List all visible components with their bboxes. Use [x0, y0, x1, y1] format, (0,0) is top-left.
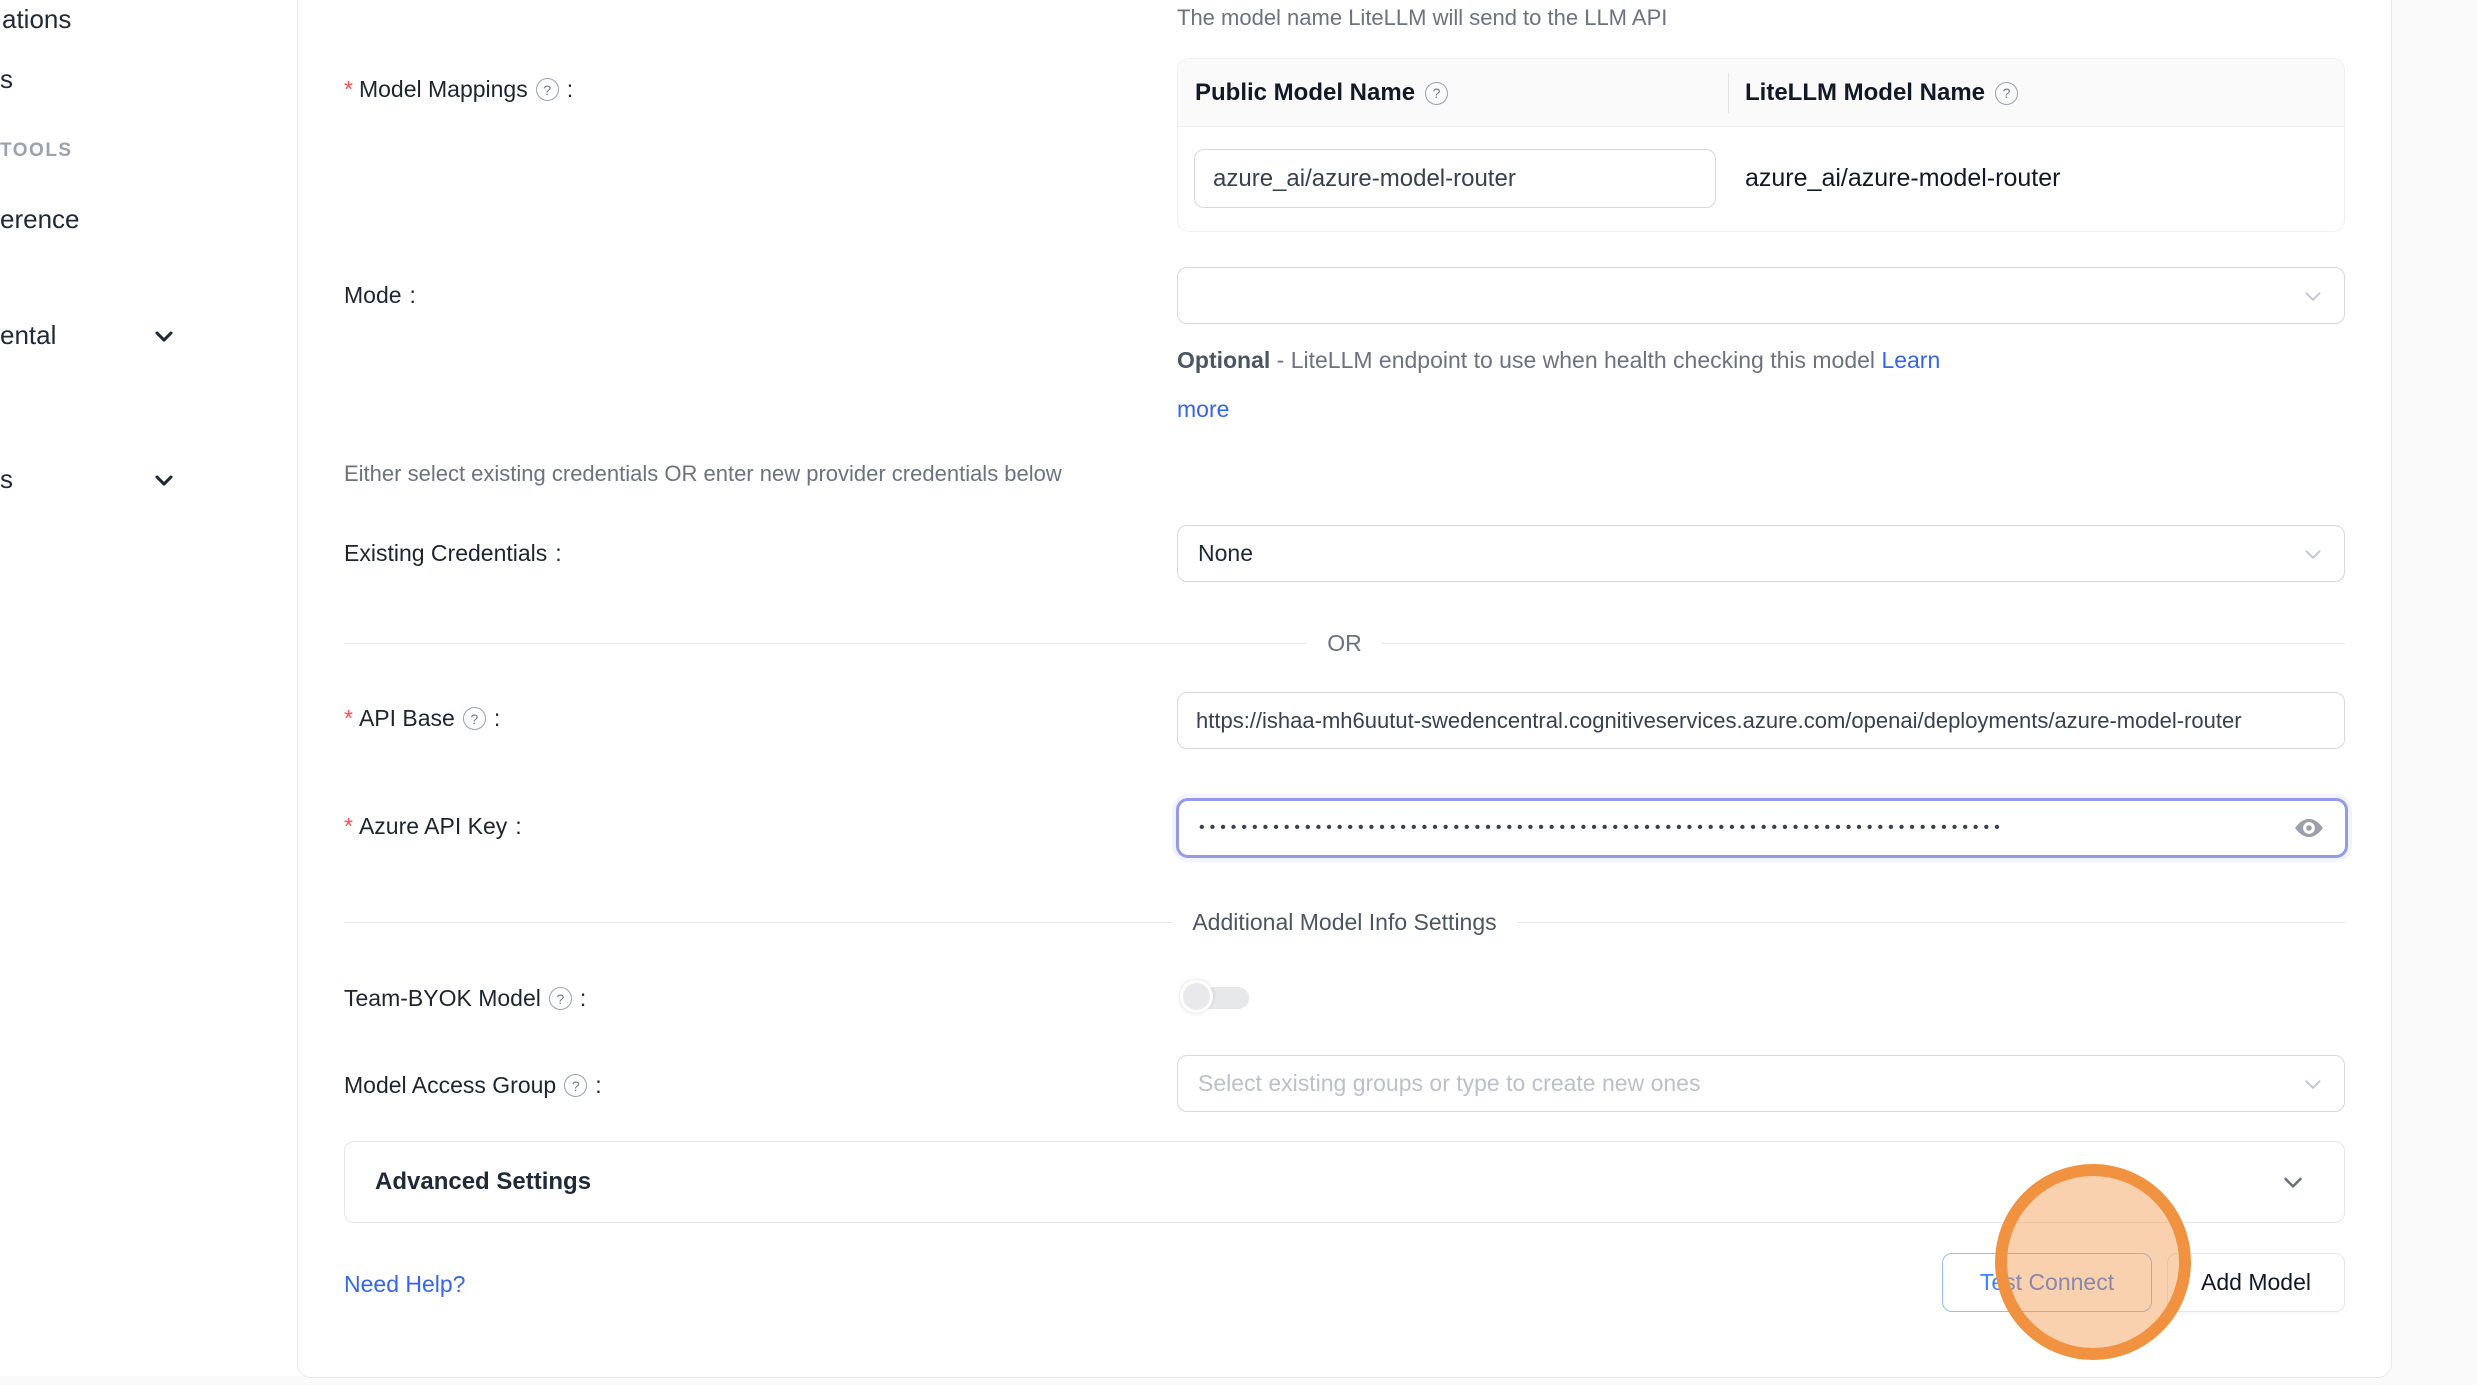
model-access-group-label: Model Access Group ? : — [344, 1072, 602, 1099]
table-header-row: Public Model Name ? LiteLLM Model Name ? — [1178, 59, 2344, 127]
azure-api-key-input[interactable]: ••••••••••••••••••••••••••••••••••••••••… — [1176, 798, 2348, 858]
model-access-group-select[interactable]: Select existing groups or type to create… — [1177, 1055, 2345, 1112]
api-base-input[interactable] — [1177, 692, 2345, 749]
api-base-label-text: API Base — [359, 705, 455, 732]
credentials-note: Either select existing credentials OR en… — [344, 461, 1062, 487]
label-colon: : — [494, 705, 500, 732]
existing-credentials-label: Existing Credentials : — [344, 540, 562, 567]
advanced-settings-panel[interactable]: Advanced Settings — [344, 1141, 2345, 1223]
or-divider-text: OR — [1307, 630, 1382, 657]
divider-line — [344, 922, 1172, 923]
chevron-down-icon — [2300, 541, 2326, 567]
model-access-group-placeholder: Select existing groups or type to create… — [1198, 1070, 1700, 1097]
litellm-model-name-helper-text: The model name LiteLLM will send to the … — [1177, 5, 1667, 31]
add-model-label: Add Model — [2201, 1269, 2311, 1296]
help-icon[interactable]: ? — [463, 707, 486, 730]
model-mappings-label-text: Model Mappings — [359, 76, 528, 103]
required-asterisk: * — [344, 76, 353, 103]
help-icon[interactable]: ? — [536, 78, 559, 101]
sidebar-item-clipped-2[interactable]: s — [0, 64, 13, 94]
azure-api-key-label: * Azure API Key : — [344, 813, 522, 840]
test-connect-label: Test Connect — [1980, 1269, 2114, 1296]
team-byok-label: Team-BYOK Model ? : — [344, 985, 586, 1012]
sidebar-item-clipped-4[interactable]: ental — [0, 320, 56, 350]
header-text: Public Model Name — [1195, 79, 1415, 107]
public-model-name-header: Public Model Name ? — [1195, 59, 1448, 127]
api-base-label: * API Base ? : — [344, 705, 500, 732]
label-colon: : — [567, 76, 573, 103]
divider-line — [1382, 643, 2345, 644]
team-byok-toggle[interactable] — [1180, 980, 1252, 1016]
eye-icon[interactable] — [2289, 812, 2329, 844]
team-byok-label-text: Team-BYOK Model — [344, 985, 541, 1012]
required-asterisk: * — [344, 705, 353, 732]
existing-credentials-select[interactable]: None — [1177, 525, 2345, 582]
label-colon: : — [580, 985, 586, 1012]
header-column-divider — [1728, 73, 1729, 113]
mode-label: Mode : — [344, 282, 416, 309]
mode-hint: Optional - LiteLLM endpoint to use when … — [1177, 336, 1972, 434]
sidebar-section-tools: TOOLS — [0, 140, 73, 162]
sidebar: ations s TOOLS erence ental s — [0, 0, 296, 1385]
sidebar-item-clipped-5[interactable]: s — [0, 464, 13, 494]
add-model-page: ations s TOOLS erence ental s The model … — [0, 0, 2477, 1385]
azure-api-key-label-text: Azure API Key — [359, 813, 507, 840]
toggle-knob — [1180, 980, 1213, 1013]
required-asterisk: * — [344, 813, 353, 840]
label-colon: : — [595, 1072, 601, 1099]
mode-hint-bold: Optional — [1177, 347, 1270, 373]
divider-line — [344, 643, 1307, 644]
help-icon[interactable]: ? — [1995, 82, 2018, 105]
model-mappings-table: Public Model Name ? LiteLLM Model Name ?… — [1177, 58, 2345, 232]
existing-credentials-value: None — [1198, 540, 1253, 567]
advanced-settings-title: Advanced Settings — [375, 1168, 591, 1196]
chevron-down-icon — [150, 322, 178, 350]
masked-password-value: ••••••••••••••••••••••••••••••••••••••••… — [1179, 819, 2249, 837]
existing-credentials-label-text: Existing Credentials — [344, 540, 547, 567]
chevron-down-icon — [2300, 1071, 2326, 1097]
mode-label-text: Mode — [344, 282, 402, 309]
header-text: LiteLLM Model Name — [1745, 79, 1985, 107]
help-icon[interactable]: ? — [564, 1074, 587, 1097]
add-model-button[interactable]: Add Model — [2167, 1253, 2345, 1312]
litellm-model-name-value: azure_ai/azure-model-router — [1745, 164, 2060, 193]
model-access-group-label-text: Model Access Group — [344, 1072, 556, 1099]
sidebar-item-clipped-1[interactable]: ations — [2, 4, 71, 34]
public-model-name-input[interactable] — [1194, 149, 1716, 208]
chevron-down-icon — [2300, 283, 2326, 309]
help-icon[interactable]: ? — [549, 987, 572, 1010]
additional-info-divider: Additional Model Info Settings — [344, 909, 2345, 935]
model-mappings-label: * Model Mappings ? : — [344, 76, 573, 103]
additional-info-divider-text: Additional Model Info Settings — [1172, 909, 1516, 936]
label-colon: : — [410, 282, 416, 309]
sidebar-item-clipped-3[interactable]: erence — [0, 204, 80, 234]
mode-select[interactable] — [1177, 267, 2345, 324]
label-colon: : — [555, 540, 561, 567]
or-divider: OR — [344, 630, 2345, 656]
chevron-down-icon — [2278, 1167, 2308, 1197]
label-colon: : — [515, 813, 521, 840]
test-connect-button[interactable]: Test Connect — [1942, 1253, 2152, 1312]
need-help-link[interactable]: Need Help? — [344, 1271, 465, 1298]
litellm-model-name-header: LiteLLM Model Name ? — [1745, 59, 2018, 127]
divider-line — [1517, 922, 2345, 923]
chevron-down-icon — [150, 466, 178, 494]
page-background-right — [2391, 0, 2477, 1385]
mode-hint-text: - LiteLLM endpoint to use when health ch… — [1270, 347, 1881, 373]
help-icon[interactable]: ? — [1425, 82, 1448, 105]
